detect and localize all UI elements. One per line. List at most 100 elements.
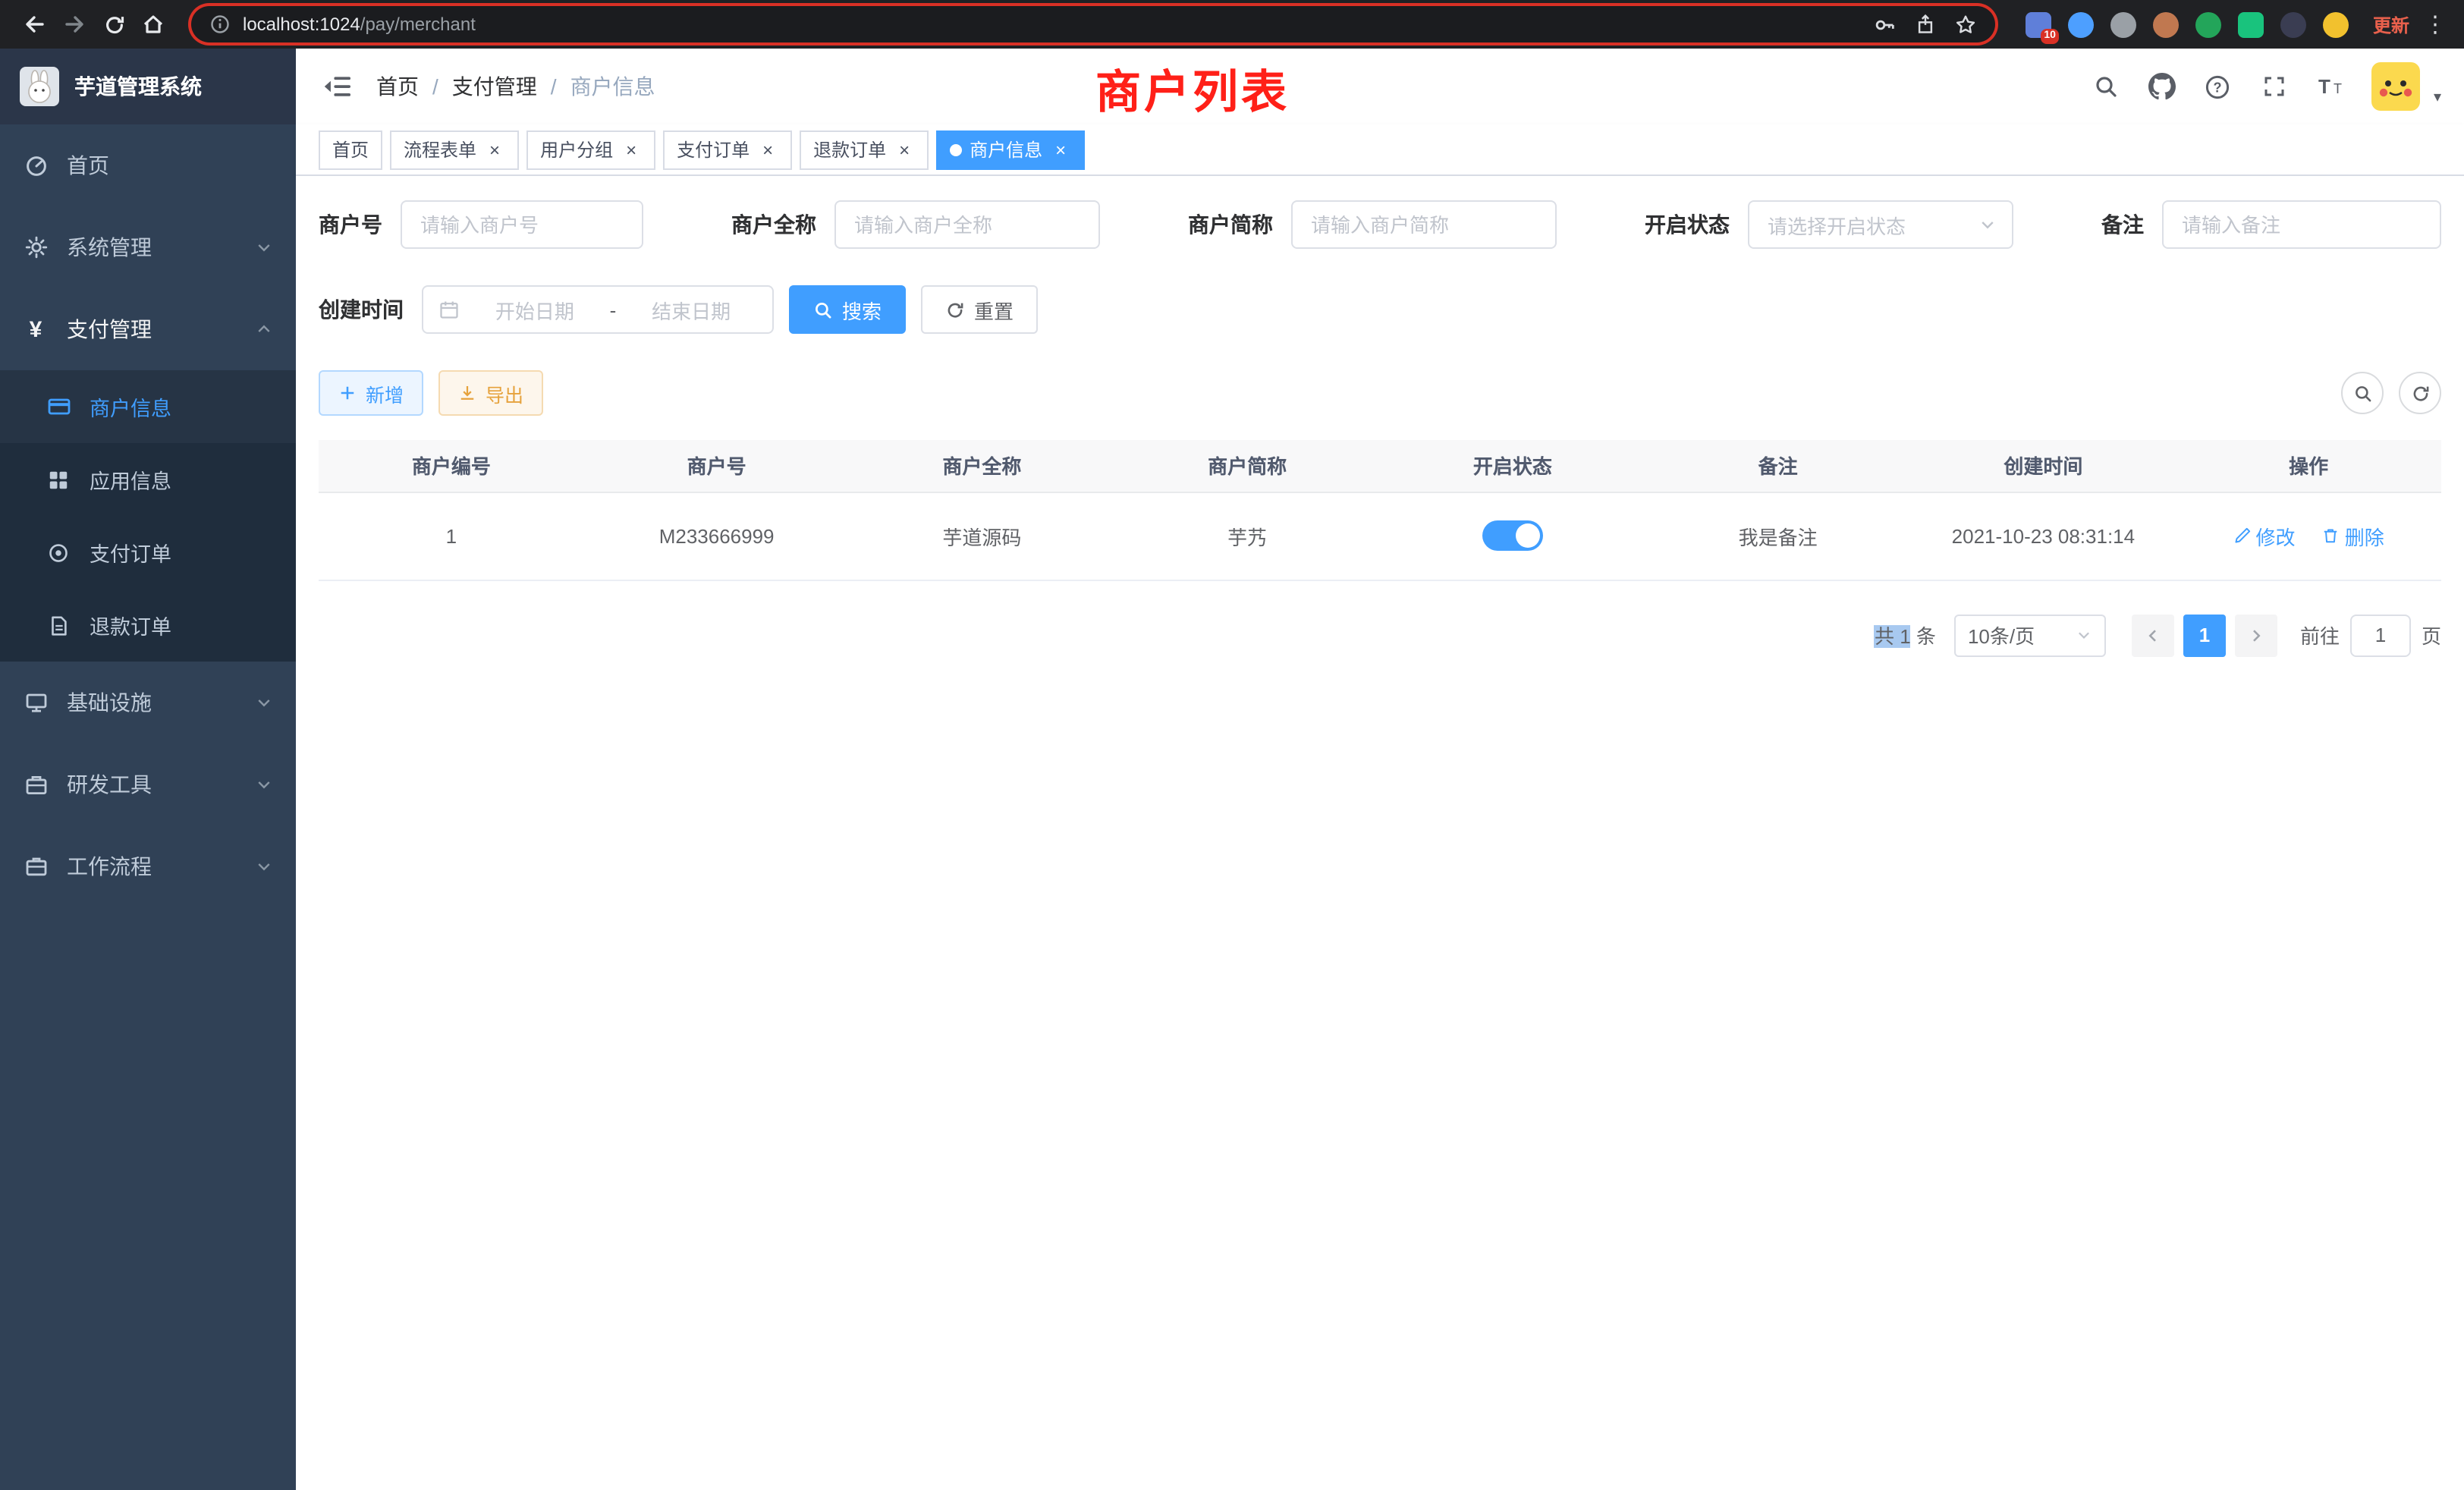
tab-user-group[interactable]: 用户分组 × — [526, 130, 655, 169]
col-merchant-no: 商户编号 — [319, 440, 584, 492]
breadcrumb-home[interactable]: 首页 — [376, 71, 419, 102]
sidebar-item-dev-tools[interactable]: 研发工具 — [0, 743, 296, 825]
tab-home[interactable]: 首页 — [319, 130, 382, 169]
table-row: 1 M233666999 芋道源码 芋艿 我是备注 2021-10-23 08:… — [319, 492, 2441, 580]
close-icon[interactable]: × — [484, 139, 505, 160]
tab-refund-order[interactable]: 退款订单 × — [800, 130, 929, 169]
col-short-name: 商户简称 — [1114, 440, 1380, 492]
col-actions: 操作 — [2176, 440, 2441, 492]
browser-home-icon[interactable] — [134, 5, 173, 44]
chevron-down-icon — [255, 693, 273, 712]
breadcrumb: 首页 / 支付管理 / 商户信息 — [376, 71, 655, 102]
goto-page-input[interactable] — [2350, 614, 2411, 656]
app-logo[interactable]: 芋道管理系统 — [0, 49, 296, 124]
page-size-select[interactable]: 10条/页 — [1954, 614, 2106, 656]
caret-down-icon[interactable]: ▾ — [2434, 90, 2441, 111]
col-status: 开启状态 — [1380, 440, 1645, 492]
chevron-down-icon — [1978, 215, 1997, 234]
col-create-time: 创建时间 — [1911, 440, 2176, 492]
app-title: 芋道管理系统 — [74, 71, 202, 102]
breadcrumb-separator: / — [432, 74, 438, 99]
filter-row-1: 商户号 商户全称 商户简称 开启状态 请选择开启状态 — [319, 200, 2441, 249]
share-icon[interactable] — [1915, 14, 1936, 35]
short-name-label: 商户简称 — [1188, 209, 1273, 240]
next-page-icon[interactable] — [2235, 614, 2277, 656]
extension-icon[interactable] — [2195, 11, 2221, 37]
tags-view: 首页 流程表单 × 用户分组 × 支付订单 × 退款订单 × — [296, 124, 2464, 176]
sidebar-item-payment[interactable]: ¥ 支付管理 — [0, 288, 296, 370]
page-number-1[interactable]: 1 — [2183, 614, 2226, 656]
url-bar[interactable]: localhost:1024/pay/merchant — [191, 6, 1995, 42]
status-toggle[interactable] — [1482, 520, 1543, 551]
profile-avatar-icon[interactable] — [2153, 11, 2179, 37]
close-icon[interactable]: × — [757, 139, 778, 160]
export-button[interactable]: 导出 — [438, 370, 543, 416]
browser-back-icon[interactable] — [15, 5, 55, 44]
sidebar-item-home[interactable]: 首页 — [0, 124, 296, 206]
monitor-icon — [23, 690, 49, 715]
help-icon[interactable]: ? — [2203, 71, 2233, 102]
remark-label: 备注 — [2101, 209, 2144, 240]
close-icon[interactable]: × — [894, 139, 915, 160]
browser-profile-icon[interactable] — [2323, 11, 2349, 37]
status-select[interactable]: 请选择开启状态 — [1748, 200, 2013, 249]
extension-icon[interactable] — [2238, 11, 2264, 37]
sidebar-item-app-info[interactable]: 应用信息 — [0, 443, 296, 516]
pagination-total: 共 1 条 — [1875, 621, 1936, 649]
full-name-input[interactable] — [834, 200, 1100, 249]
browser-update-button[interactable]: 更新 — [2373, 11, 2409, 37]
tab-merchant-info[interactable]: 商户信息 × — [936, 130, 1085, 169]
extension-icon[interactable]: 10 — [2026, 11, 2051, 37]
tab-process-form[interactable]: 流程表单 × — [390, 130, 519, 169]
tab-pay-order[interactable]: 支付订单 × — [663, 130, 792, 169]
reset-button[interactable]: 重置 — [921, 285, 1038, 334]
browser-menu-icon[interactable]: ⋮ — [2422, 11, 2449, 38]
browser-forward-icon[interactable] — [55, 5, 94, 44]
passwords-key-icon[interactable] — [1874, 13, 1897, 36]
sidebar-fold-icon[interactable] — [319, 68, 355, 105]
extension-icon[interactable] — [2280, 11, 2306, 37]
merchant-table: 商户编号 商户号 商户全称 商户简称 开启状态 备注 创建时间 操作 1 — [319, 440, 2441, 580]
toolbox-icon — [23, 772, 49, 797]
github-icon[interactable] — [2147, 71, 2177, 102]
end-date-placeholder: 结束日期 — [625, 295, 757, 324]
extension-icon[interactable] — [2068, 11, 2094, 37]
search-button[interactable]: 搜索 — [789, 285, 906, 334]
extension-icon[interactable] — [2110, 11, 2136, 37]
prev-page-icon[interactable] — [2132, 614, 2174, 656]
chevron-down-icon — [255, 775, 273, 794]
sidebar-item-system[interactable]: 系统管理 — [0, 206, 296, 288]
delete-link[interactable]: 删除 — [2322, 521, 2384, 550]
search-icon[interactable] — [2091, 71, 2121, 102]
date-range-picker[interactable]: 开始日期 - 结束日期 — [422, 285, 774, 334]
edit-link[interactable]: 修改 — [2233, 521, 2295, 550]
sidebar-item-infrastructure[interactable]: 基础设施 — [0, 662, 296, 743]
toggle-search-icon[interactable] — [2341, 372, 2384, 414]
sidebar: 芋道管理系统 首页 系统管理 — [0, 49, 296, 1490]
close-icon[interactable]: × — [621, 139, 642, 160]
refresh-icon[interactable] — [2399, 372, 2441, 414]
sidebar-item-merchant-info[interactable]: 商户信息 — [0, 370, 296, 443]
browser-reload-icon[interactable] — [94, 5, 134, 44]
sidebar-item-refund-order[interactable]: 退款订单 — [0, 589, 296, 662]
sidebar-item-pay-order[interactable]: 支付订单 — [0, 516, 296, 589]
col-merchant-id: 商户号 — [584, 440, 850, 492]
add-button[interactable]: 新增 — [319, 370, 423, 416]
fullscreen-icon[interactable] — [2259, 71, 2290, 102]
site-info-icon[interactable] — [209, 14, 231, 35]
document-icon — [46, 612, 71, 638]
bookmark-star-icon[interactable] — [1954, 13, 1977, 36]
breadcrumb-payment[interactable]: 支付管理 — [452, 71, 537, 102]
remark-input[interactable] — [2162, 200, 2441, 249]
merchant-no-input[interactable] — [401, 200, 643, 249]
sidebar-item-workflow[interactable]: 工作流程 — [0, 825, 296, 907]
cell-remark: 我是备注 — [1645, 492, 1911, 580]
logo-avatar — [20, 67, 59, 106]
close-icon[interactable]: × — [1050, 139, 1071, 160]
dashboard-icon — [23, 152, 49, 178]
font-size-icon[interactable]: TT — [2315, 71, 2346, 102]
user-avatar[interactable] — [2371, 62, 2420, 111]
chevron-down-icon — [255, 857, 273, 875]
extensions-area: 10 — [2026, 11, 2349, 37]
short-name-input[interactable] — [1291, 200, 1557, 249]
